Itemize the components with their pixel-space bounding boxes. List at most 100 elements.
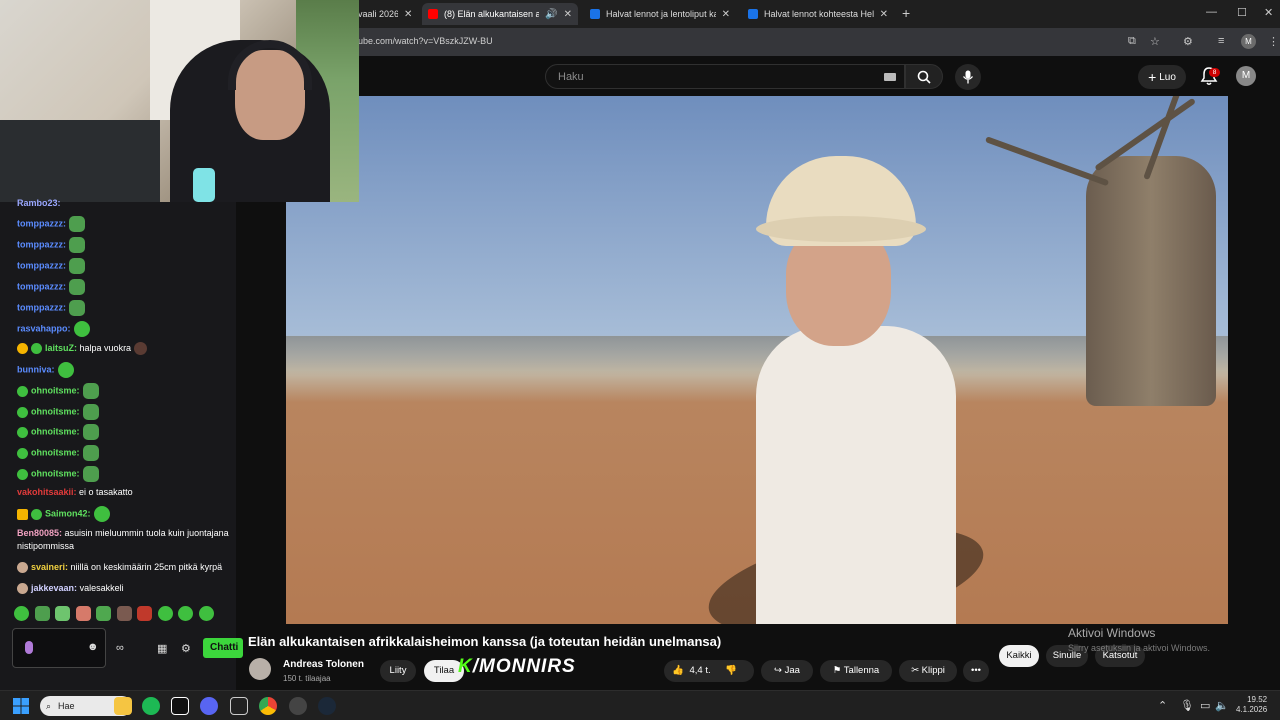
chat-username[interactable]: tomppazzz:: [17, 218, 66, 228]
file-explorer-icon[interactable]: [114, 697, 132, 715]
chat-username[interactable]: tomppazzz:: [17, 260, 66, 270]
emote-icon[interactable]: [157, 606, 173, 621]
chat-username[interactable]: ohnoitsme:: [31, 447, 80, 457]
frog-emote-icon: [82, 445, 99, 461]
taskbar-clock[interactable]: 19.52 4.1.2026: [1236, 695, 1267, 715]
chat-username[interactable]: Rambo23:: [17, 198, 61, 208]
chat-message: bunniva:: [17, 362, 235, 378]
smiley-icon[interactable]: ☻: [87, 641, 99, 653]
more-actions-button[interactable]: •••: [963, 660, 989, 682]
channel-name[interactable]: Andreas Tolonen: [283, 659, 364, 670]
tray-mic-icon[interactable]: 🎙: [1180, 699, 1194, 712]
voice-search-button[interactable]: [955, 64, 981, 90]
chat-username[interactable]: vakohitsaakii:: [17, 487, 77, 497]
tray-network-icon[interactable]: ▭: [1200, 699, 1210, 712]
discord-icon[interactable]: [200, 697, 218, 715]
steam-icon[interactable]: [318, 697, 336, 715]
minimize-icon[interactable]: —: [1206, 6, 1217, 18]
window-close-icon[interactable]: ✕: [1264, 6, 1273, 19]
thumbs-up-icon[interactable]: 👍: [672, 665, 684, 676]
emote-icon[interactable]: [198, 606, 214, 621]
search-input[interactable]: Haku: [545, 64, 905, 89]
new-tab-plus-icon[interactable]: +: [902, 5, 910, 21]
close-icon[interactable]: ✕: [880, 9, 888, 20]
share-button[interactable]: ↪ Jaa: [761, 660, 813, 682]
chat-username[interactable]: tomppazzz:: [17, 281, 66, 291]
close-icon[interactable]: ✕: [564, 9, 572, 20]
chat-username[interactable]: svaineri:: [31, 562, 68, 572]
windows-start-icon[interactable]: [13, 698, 29, 714]
youtube-favicon-icon: [428, 9, 438, 19]
blob-emote-icon: [57, 362, 74, 378]
video-player[interactable]: [236, 96, 1280, 626]
extensions-icon[interactable]: ⚙: [1183, 35, 1193, 48]
install-icon[interactable]: ⧉: [1128, 35, 1136, 48]
close-icon[interactable]: ✕: [722, 9, 730, 20]
subscriber-count: 150 t. tilaajaa: [283, 674, 331, 683]
microphone-icon[interactable]: [25, 641, 33, 654]
chat-message: ohnoitsme:: [17, 466, 235, 482]
chrome-icon[interactable]: [259, 697, 277, 715]
speaker-icon[interactable]: 🔊: [545, 9, 557, 20]
flights-favicon-icon: [748, 9, 758, 19]
notion-icon[interactable]: [230, 697, 248, 715]
close-icon[interactable]: ✕: [404, 9, 412, 20]
browser-tab[interactable]: Halvat lennot kohteesta Helsink ✕: [742, 3, 894, 25]
chat-message: ohnoitsme:: [17, 424, 235, 440]
search-button[interactable]: [905, 64, 943, 89]
filter-chip-all[interactable]: Kaikki: [999, 645, 1039, 667]
keyboard-icon[interactable]: [884, 73, 896, 81]
chat-username[interactable]: ohnoitsme:: [31, 468, 80, 478]
browser-tab-active[interactable]: (8) Elän alkukantaisen afrikk 🔊 ✕: [422, 3, 578, 25]
emote-icon[interactable]: [14, 606, 29, 621]
chat-username[interactable]: ohnoitsme:: [31, 426, 80, 436]
menu-kebab-icon[interactable]: ⋮: [1268, 35, 1279, 48]
emote-icon[interactable]: [178, 606, 194, 621]
obs-icon[interactable]: [289, 697, 307, 715]
browser-tab[interactable]: Halvat lennot ja lentoliput kaikk ✕: [584, 3, 736, 25]
bookmark-star-icon[interactable]: ☆: [1150, 35, 1160, 48]
chat-username[interactable]: laitsuZ:: [45, 343, 77, 353]
settings-gear-icon[interactable]: ⚙: [181, 642, 191, 655]
emote-icon[interactable]: [137, 606, 153, 621]
chat-username[interactable]: tomppazzz:: [17, 302, 66, 312]
like-count[interactable]: 4,4 t.: [689, 665, 710, 676]
emote-icon[interactable]: [96, 606, 112, 621]
bookmark-icon: ⚑: [832, 665, 842, 676]
x-app-icon[interactable]: [171, 697, 189, 715]
chat-send-button[interactable]: Chatti: [203, 638, 243, 658]
emote-icon[interactable]: [116, 606, 132, 621]
chat-input[interactable]: ☻: [12, 628, 106, 668]
profile-avatar[interactable]: M: [1241, 34, 1256, 49]
green-badge-icon: [31, 343, 42, 355]
emote-icon[interactable]: [55, 606, 71, 621]
chat-username[interactable]: Ben80085:: [17, 528, 62, 538]
browser-tab[interactable]: vaali 2026 ✕: [352, 3, 418, 25]
join-button[interactable]: Liity: [380, 660, 416, 682]
chat-username[interactable]: ohnoitsme:: [31, 406, 80, 416]
face-emote-icon: [134, 342, 148, 356]
url-text[interactable]: ube.com/watch?v=VBszkJZW-BU: [358, 36, 493, 46]
chat-username[interactable]: tomppazzz:: [17, 239, 66, 249]
store-icon[interactable]: ▦: [157, 642, 167, 655]
create-button[interactable]: + Luo: [1138, 65, 1186, 89]
infinity-icon[interactable]: ∞: [116, 642, 124, 654]
tray-chevron-up-icon[interactable]: ⌃: [1158, 699, 1167, 712]
chat-username[interactable]: ohnoitsme:: [31, 385, 80, 395]
media-controls-icon[interactable]: ≡: [1218, 35, 1224, 47]
channel-avatar[interactable]: [249, 658, 271, 680]
clip-button[interactable]: ✂ Klippi: [899, 660, 957, 682]
chat-username[interactable]: Saimon42:: [45, 508, 91, 518]
chat-username[interactable]: rasvahappo:: [17, 323, 71, 333]
save-button[interactable]: ⚑ Tallenna: [820, 660, 892, 682]
chat-username[interactable]: bunniva:: [17, 364, 55, 374]
emote-icon[interactable]: [34, 606, 50, 621]
scissors-icon: ✂: [911, 665, 920, 676]
tray-volume-icon[interactable]: 🔈: [1215, 699, 1229, 712]
account-avatar[interactable]: M: [1236, 66, 1256, 86]
emote-icon[interactable]: [75, 606, 91, 621]
chat-username[interactable]: jakkevaan:: [31, 583, 77, 593]
maximize-icon[interactable]: ☐: [1237, 6, 1247, 19]
thumbs-down-icon[interactable]: 👎: [725, 665, 737, 676]
spotify-icon[interactable]: [142, 697, 160, 715]
